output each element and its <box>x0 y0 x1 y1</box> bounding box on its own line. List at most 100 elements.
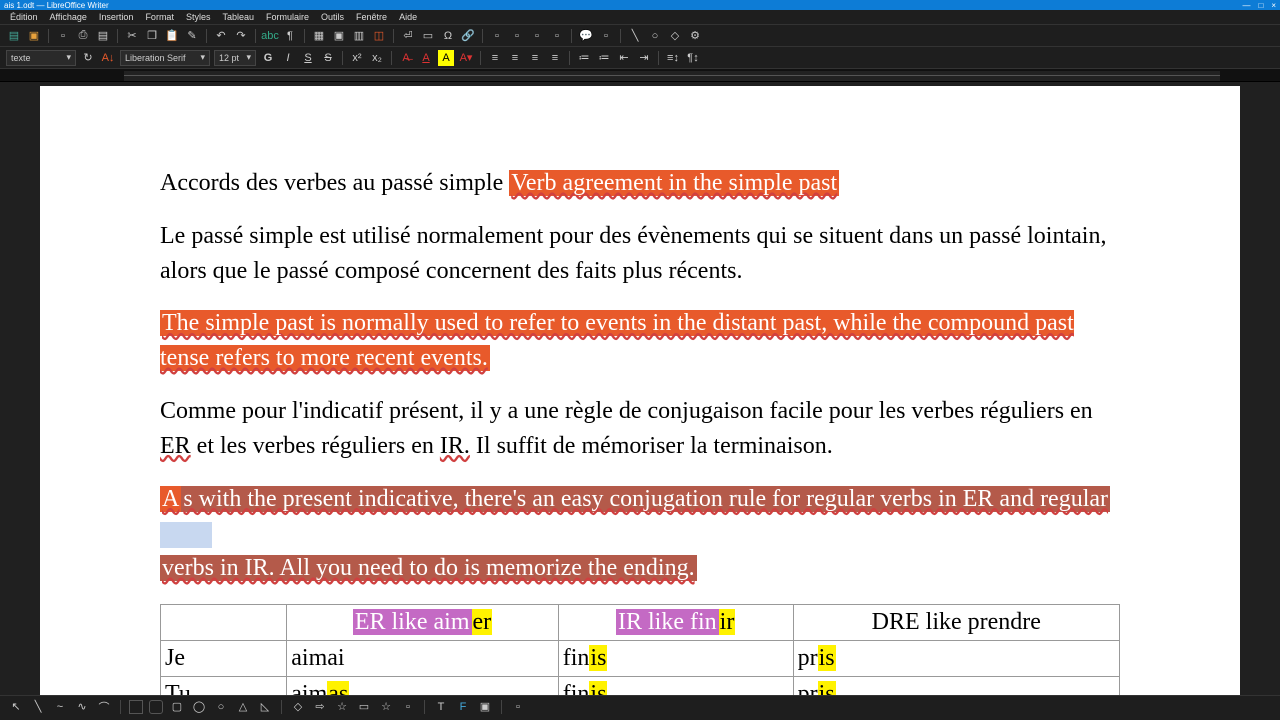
curve-icon[interactable]: ~ <box>52 699 68 715</box>
circle-icon[interactable]: ○ <box>213 699 229 715</box>
chart-icon[interactable]: ▥ <box>351 28 367 44</box>
align-left-icon[interactable]: ≡ <box>487 50 503 66</box>
menu-format[interactable]: Format <box>141 12 178 22</box>
save-icon[interactable]: ▫ <box>55 28 71 44</box>
subscript-button[interactable]: x₂ <box>369 50 385 66</box>
field-icon[interactable]: ▭ <box>420 28 436 44</box>
textbox-icon[interactable]: T <box>433 699 449 715</box>
redo-icon[interactable]: ↷ <box>233 28 249 44</box>
align-center-icon[interactable]: ≡ <box>507 50 523 66</box>
horizontal-ruler[interactable] <box>0 68 1280 82</box>
number-list-icon[interactable]: ≔ <box>596 50 612 66</box>
clear-format-icon[interactable]: A̶ <box>398 50 414 66</box>
table-icon[interactable]: ▦ <box>311 28 327 44</box>
table-cell[interactable]: Je <box>161 640 287 676</box>
paraspacing-icon[interactable]: ¶↕ <box>685 50 701 66</box>
pdf-icon[interactable]: ▤ <box>95 28 111 44</box>
bold-button[interactable]: G <box>260 50 276 66</box>
linespacing-icon[interactable]: ≡↕ <box>665 50 681 66</box>
table-cell[interactable]: pris <box>793 640 1119 676</box>
menu-formulaire[interactable]: Formulaire <box>262 12 313 22</box>
star-icon[interactable]: ☆ <box>378 699 394 715</box>
outdent-icon[interactable]: ⇤ <box>616 50 632 66</box>
paste-icon[interactable]: 📋 <box>164 28 180 44</box>
fontwork-icon[interactable]: F <box>455 699 471 715</box>
nonprint-icon[interactable]: ¶ <box>282 28 298 44</box>
menu-fenetre[interactable]: Fenêtre <box>352 12 391 22</box>
char-bg-button[interactable]: A▾ <box>458 50 474 66</box>
print-icon[interactable]: ⎙ <box>75 28 91 44</box>
menu-aide[interactable]: Aide <box>395 12 421 22</box>
table-cell[interactable]: Tu <box>161 676 287 695</box>
new-style-icon[interactable]: A↓ <box>100 50 116 66</box>
open-icon[interactable]: ▣ <box>26 28 42 44</box>
rtriangle-icon[interactable]: ◺ <box>257 699 273 715</box>
freeform-icon[interactable]: ∿ <box>74 699 90 715</box>
menu-edition[interactable]: Édition <box>6 12 42 22</box>
draw-icon[interactable]: ◇ <box>667 28 683 44</box>
3d-icon[interactable]: ▫ <box>400 699 416 715</box>
table-cell[interactable]: IR like finir <box>558 604 793 640</box>
menu-insertion[interactable]: Insertion <box>95 12 138 22</box>
bookmark-icon[interactable]: ▫ <box>529 28 545 44</box>
line-icon[interactable]: ╲ <box>627 28 643 44</box>
hyperlink-icon[interactable]: 🔗 <box>460 28 476 44</box>
endnote-icon[interactable]: ▫ <box>509 28 525 44</box>
font-size-combo[interactable]: 12 pt▾ <box>214 50 256 66</box>
clone-format-icon[interactable]: ✎ <box>184 28 200 44</box>
triangle-icon[interactable]: △ <box>235 699 251 715</box>
menu-affichage[interactable]: Affichage <box>46 12 91 22</box>
table-cell[interactable]: aimas <box>287 676 558 695</box>
minimize-button[interactable]: — <box>1242 1 1250 10</box>
rect-icon[interactable] <box>129 700 143 714</box>
crossref-icon[interactable]: ▫ <box>549 28 565 44</box>
maximize-button[interactable]: □ <box>1258 1 1263 10</box>
copy-icon[interactable]: ❐ <box>144 28 160 44</box>
table-cell[interactable]: finis <box>558 640 793 676</box>
rounded-rect-icon[interactable] <box>149 700 163 714</box>
align-justify-icon[interactable]: ≡ <box>547 50 563 66</box>
font-color-button[interactable]: A <box>418 50 434 66</box>
callout-icon[interactable]: ☆ <box>334 699 350 715</box>
menu-outils[interactable]: Outils <box>317 12 348 22</box>
cut-icon[interactable]: ✂ <box>124 28 140 44</box>
ext-icon[interactable]: ⚙ <box>687 28 703 44</box>
arrow-icon[interactable]: ⇨ <box>312 699 328 715</box>
diamond-icon[interactable]: ◇ <box>290 699 306 715</box>
new-icon[interactable]: ▤ <box>6 28 22 44</box>
specialchar-icon[interactable]: Ω <box>440 28 456 44</box>
document-canvas[interactable]: Accords des verbes au passé simple Verb … <box>0 82 1280 695</box>
comment-icon[interactable]: 💬 <box>578 28 594 44</box>
underline-button[interactable]: S <box>300 50 316 66</box>
arc-icon[interactable]: ⌒ <box>96 699 112 715</box>
menu-tableau[interactable]: Tableau <box>218 12 258 22</box>
align-right-icon[interactable]: ≡ <box>527 50 543 66</box>
undo-icon[interactable]: ↶ <box>213 28 229 44</box>
table-cell[interactable]: pris <box>793 676 1119 695</box>
bullet-list-icon[interactable]: ≔ <box>576 50 592 66</box>
ellipse-icon[interactable]: ◯ <box>191 699 207 715</box>
spellcheck-icon[interactable]: abc <box>262 28 278 44</box>
highlight-button[interactable]: A <box>438 50 454 66</box>
italic-button[interactable]: I <box>280 50 296 66</box>
shapes-icon[interactable]: ○ <box>647 28 663 44</box>
update-style-icon[interactable]: ↻ <box>80 50 96 66</box>
menu-styles[interactable]: Styles <box>182 12 215 22</box>
pointer-icon[interactable]: ↖ <box>8 699 24 715</box>
chart2-icon[interactable]: ◫ <box>371 28 387 44</box>
table-cell[interactable]: finis <box>558 676 793 695</box>
trackchanges-icon[interactable]: ▫ <box>598 28 614 44</box>
flowchart-icon[interactable]: ▭ <box>356 699 372 715</box>
indent-icon[interactable]: ⇥ <box>636 50 652 66</box>
strike-button[interactable]: S <box>320 50 336 66</box>
font-name-combo[interactable]: Liberation Serif▾ <box>120 50 210 66</box>
table-cell[interactable]: aimai <box>287 640 558 676</box>
close-button[interactable]: × <box>1271 1 1276 10</box>
footnote-icon[interactable]: ▫ <box>489 28 505 44</box>
line-draw-icon[interactable]: ╲ <box>30 699 46 715</box>
image-insert-icon[interactable]: ▣ <box>477 699 493 715</box>
superscript-button[interactable]: x² <box>349 50 365 66</box>
table-cell[interactable]: DRE like prendre <box>793 604 1119 640</box>
square-icon[interactable]: ▢ <box>169 699 185 715</box>
image-icon[interactable]: ▣ <box>331 28 347 44</box>
